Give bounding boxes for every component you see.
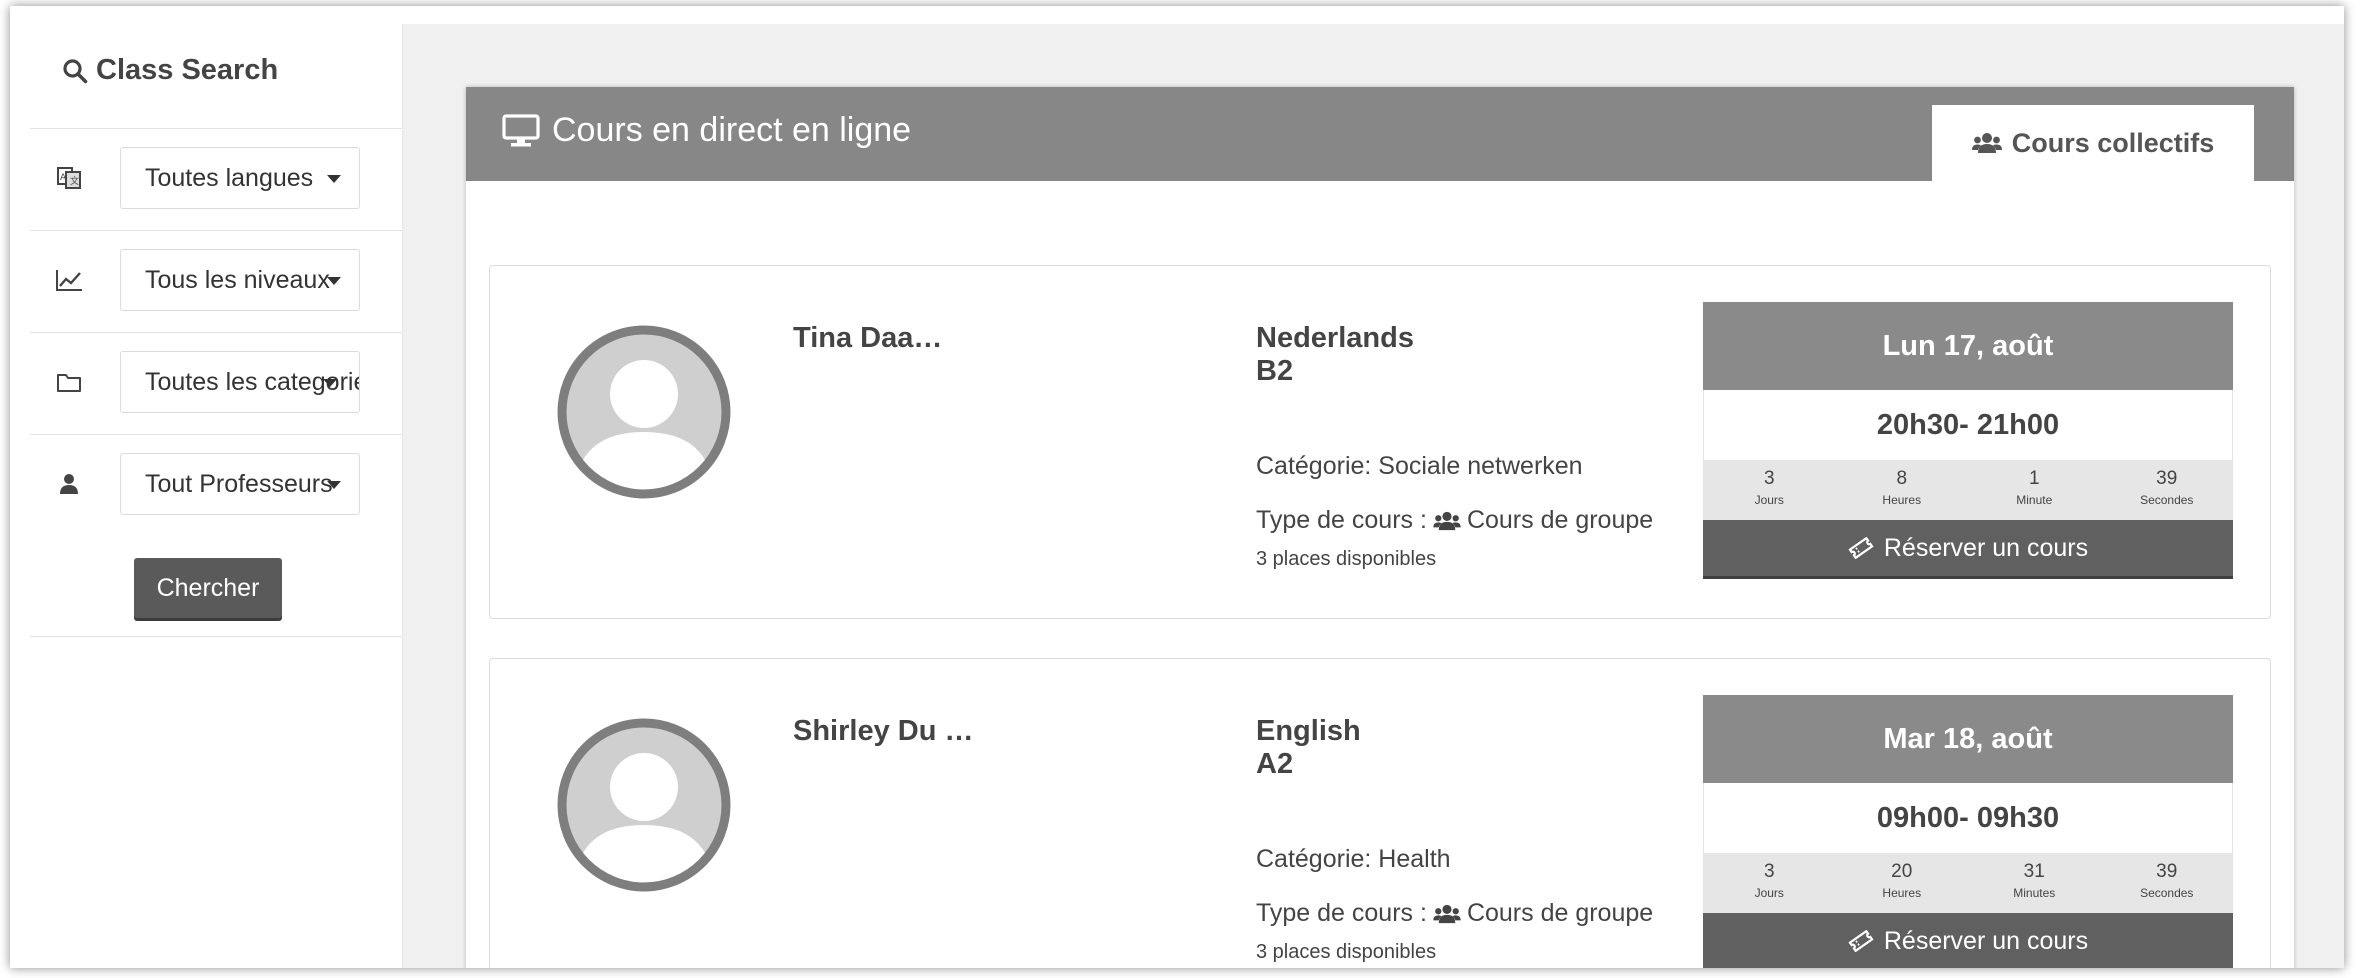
- svg-text:A: A: [60, 173, 67, 183]
- filter-row-level: Tous les niveaux: [30, 230, 412, 331]
- language-name: Nederlands: [1256, 322, 1414, 354]
- course-type-value: Cours de groupe: [1466, 506, 1654, 534]
- course-type-prefix: Type de cours :: [1256, 899, 1427, 927]
- filter-row-language: A 文 Toutes langues: [30, 128, 412, 229]
- chevron-down-icon: [327, 481, 341, 489]
- sidebar-title: Class Search: [62, 54, 278, 87]
- teacher-name[interactable]: Tina Daa…: [793, 322, 942, 355]
- course-date: Mar 18, août: [1703, 695, 2233, 783]
- countdown-hours: 20 Heures: [1882, 861, 1922, 901]
- avatar: [557, 325, 731, 499]
- app-frame: Class Search A 文 Toutes langues Tous les…: [10, 6, 2344, 968]
- course-type: Type de cours : Cours de groupe: [1256, 506, 1653, 535]
- filter-row-teacher: Tout Professeurs: [30, 434, 412, 535]
- language-select[interactable]: Toutes langues: [120, 147, 360, 209]
- teacher-name[interactable]: Shirley Du …: [793, 715, 974, 748]
- avatar: [557, 718, 731, 892]
- chevron-down-icon: [323, 379, 337, 387]
- search-icon: [63, 58, 88, 83]
- category-select[interactable]: Toutes les categorie: [120, 351, 360, 413]
- course-category: Catégorie: Sociale netwerken: [1256, 452, 1583, 480]
- translate-icon: A 文: [30, 147, 108, 209]
- course-type: Type de cours : Cours de groupe: [1256, 899, 1653, 928]
- tab-group-courses[interactable]: Cours collectifs: [1932, 105, 2254, 181]
- desktop-icon: [502, 113, 540, 146]
- chevron-down-icon: [327, 277, 341, 285]
- countdown-minutes: 1 Minute: [2016, 468, 2053, 508]
- divider: [30, 636, 412, 637]
- language-select-value: Toutes langues: [145, 163, 314, 192]
- language-level: A2: [1256, 748, 1294, 780]
- schedule-box: Mar 18, août 09h00- 09h30 3 Jours 20 Heu…: [1703, 695, 2233, 968]
- users-icon: [1433, 904, 1461, 923]
- tab-label: Cours collectifs: [2011, 127, 2215, 158]
- filter-row-category: Toutes les categorie: [30, 332, 412, 433]
- countdown-days: 3 Jours: [1754, 468, 1784, 508]
- search-button[interactable]: Chercher: [134, 558, 282, 618]
- main-content: Cours en direct en ligne Cours collectif…: [402, 24, 2344, 968]
- places-available: 3 places disponibles: [1256, 941, 1437, 963]
- level-select-value: Tous les niveaux: [145, 265, 330, 294]
- schedule-box: Lun 17, août 20h30- 21h00 3 Jours 8 Heur…: [1703, 302, 2233, 582]
- ticket-icon: [1848, 930, 1874, 952]
- countdown: 3 Jours 8 Heures 1 Minute 39 Secondes: [1703, 460, 2233, 520]
- countdown: 3 Jours 20 Heures 31 Minutes 39 Secondes: [1703, 853, 2233, 913]
- sidebar: Class Search A 文 Toutes langues Tous les…: [30, 24, 412, 968]
- course-card: Tina Daa… Nederlands B2 Catégorie: Socia…: [489, 265, 2271, 619]
- users-icon: [1433, 511, 1461, 530]
- chart-line-icon: [30, 249, 108, 311]
- teacher-select[interactable]: Tout Professeurs: [120, 453, 360, 515]
- course-time: 09h00- 09h30: [1703, 783, 2233, 853]
- panel-title: Cours en direct en ligne: [502, 111, 911, 150]
- course-card: Shirley Du … English A2 Catégorie: Healt…: [489, 658, 2271, 968]
- course-language: Nederlands B2: [1256, 322, 1414, 388]
- svg-text:文: 文: [70, 175, 79, 187]
- course-type-prefix: Type de cours :: [1256, 506, 1427, 534]
- countdown-minutes: 31 Minutes: [2013, 861, 2056, 901]
- chevron-down-icon: [327, 175, 341, 183]
- folder-icon: [30, 351, 108, 413]
- course-category: Catégorie: Health: [1256, 845, 1451, 873]
- language-name: English: [1256, 715, 1361, 747]
- panel-header: Cours en direct en ligne Cours collectif…: [466, 87, 2294, 181]
- user-icon: [30, 453, 108, 515]
- countdown-seconds: 39 Secondes: [2140, 468, 2194, 508]
- countdown-hours: 8 Heures: [1882, 468, 1922, 508]
- course-language: English A2: [1256, 715, 1361, 781]
- language-level: B2: [1256, 355, 1294, 387]
- course-date: Lun 17, août: [1703, 302, 2233, 390]
- ticket-icon: [1848, 537, 1874, 559]
- course-time: 20h30- 21h00: [1703, 390, 2233, 460]
- places-available: 3 places disponibles: [1256, 548, 1437, 570]
- course-type-value: Cours de groupe: [1466, 899, 1654, 927]
- countdown-days: 3 Jours: [1754, 861, 1784, 901]
- countdown-seconds: 39 Secondes: [2140, 861, 2194, 901]
- book-course-button[interactable]: Réserver un cours: [1703, 520, 2233, 576]
- book-course-label: Réserver un cours: [1883, 533, 2089, 562]
- book-course-label: Réserver un cours: [1883, 926, 2089, 955]
- book-course-button[interactable]: Réserver un cours: [1703, 913, 2233, 968]
- level-select[interactable]: Tous les niveaux: [120, 249, 360, 311]
- users-icon: [1971, 133, 2002, 153]
- panel-title-text: Cours en direct en ligne: [552, 111, 912, 149]
- teacher-select-value: Tout Professeurs: [145, 469, 333, 498]
- sidebar-title-text: Class Search: [96, 54, 279, 86]
- courses-panel: Cours en direct en ligne Cours collectif…: [466, 87, 2294, 968]
